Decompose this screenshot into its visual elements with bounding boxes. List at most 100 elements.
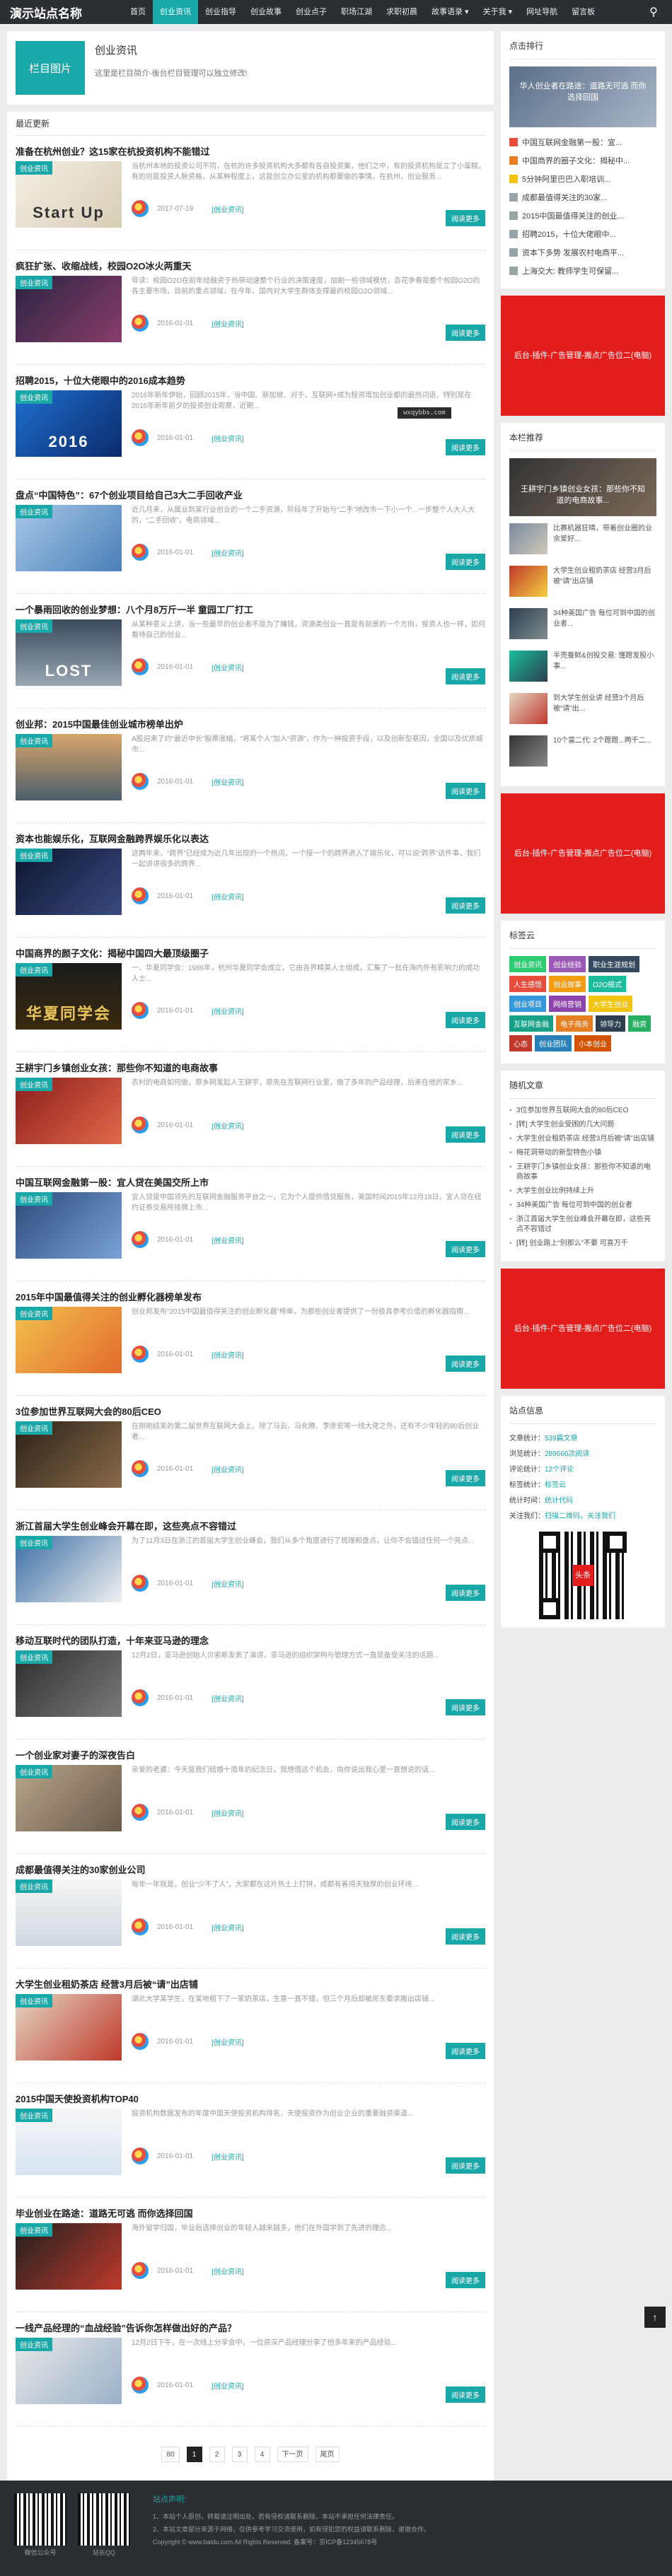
tag-link[interactable]: 创业资讯 bbox=[509, 956, 546, 972]
tag-link[interactable]: 小本创业 bbox=[574, 1035, 611, 1051]
post-title[interactable]: 准备在杭州创业？这15家在杭投资机构不能错过 bbox=[16, 146, 485, 161]
hot-list-item[interactable]: 中国互联网金融第一股：宜... bbox=[509, 133, 656, 151]
post-thumbnail[interactable]: 创业资讯 bbox=[16, 505, 122, 571]
post-title[interactable]: 移动互联时代的团队打造，十年来亚马逊的理念 bbox=[16, 1635, 485, 1650]
read-more-button[interactable]: 阅读更多 bbox=[446, 1126, 485, 1143]
page-button[interactable]: 80 bbox=[161, 2447, 180, 2462]
read-more-button[interactable]: 阅读更多 bbox=[446, 1241, 485, 1257]
post-title[interactable]: 毕业创业在路途：道路无可逃 而你选择回国 bbox=[16, 2208, 485, 2223]
nav-item[interactable]: 求职初晨 bbox=[379, 0, 424, 24]
post-title[interactable]: 盘点“中国特色”：67个创业项目给自己3大二手回收产业 bbox=[16, 489, 485, 505]
post-category-link[interactable]: [创业资讯] bbox=[212, 1235, 244, 1245]
post-title[interactable]: 招聘2015，十位大佬眼中的2016成本趋势 bbox=[16, 375, 485, 390]
post-title[interactable]: 一个创业家对妻子的深夜告白 bbox=[16, 1749, 485, 1765]
read-more-button[interactable]: 阅读更多 bbox=[446, 1585, 485, 1601]
post-thumbnail[interactable]: 创业资讯 bbox=[16, 276, 122, 342]
post-category-link[interactable]: [创业资讯] bbox=[212, 2266, 244, 2276]
post-title[interactable]: 2015年中国最值得关注的创业孵化器榜单发布 bbox=[16, 1291, 485, 1307]
post-category-link[interactable]: [创业资讯] bbox=[212, 547, 244, 558]
post-thumbnail[interactable]: 创业资讯 bbox=[16, 1192, 122, 1259]
post-thumbnail[interactable]: 创业资讯 bbox=[16, 1765, 122, 1831]
read-more-button[interactable]: 阅读更多 bbox=[446, 325, 485, 341]
post-category-link[interactable]: [创业资讯] bbox=[212, 2380, 244, 2391]
post-thumbnail[interactable]: 创业资讯 bbox=[16, 849, 122, 915]
page-button[interactable]: 3 bbox=[231, 2447, 248, 2462]
nav-item[interactable]: 创业指导 bbox=[198, 0, 243, 24]
post-title[interactable]: 疯狂扩张、收缩战线，校园O2O冰火两重天 bbox=[16, 260, 485, 276]
nav-item[interactable]: 创业故事 bbox=[243, 0, 289, 24]
tag-link[interactable]: 融资 bbox=[628, 1015, 651, 1032]
read-more-button[interactable]: 阅读更多 bbox=[446, 1470, 485, 1486]
read-more-button[interactable]: 阅读更多 bbox=[446, 1012, 485, 1028]
read-more-button[interactable]: 阅读更多 bbox=[446, 2157, 485, 2174]
post-category-link[interactable]: [创业资讯] bbox=[212, 1349, 244, 1360]
latest-article-link[interactable]: 大学生创业比例持续上升 bbox=[509, 1187, 656, 1196]
post-thumbnail[interactable]: 创业资讯 bbox=[16, 2338, 122, 2404]
read-more-button[interactable]: 阅读更多 bbox=[446, 1699, 485, 1715]
latest-article-link[interactable]: 浙江首届大学生创业峰会开幕在即，这些亮点不容错过 bbox=[509, 1215, 656, 1235]
post-thumbnail[interactable]: 创业资讯 bbox=[16, 1650, 122, 1717]
latest-article-link[interactable]: 34种美国广告 每位可到中国的创业者 bbox=[509, 1201, 656, 1211]
recommend-item[interactable]: 34种美国广告 每位可到中国的创业者... bbox=[509, 608, 656, 645]
latest-article-link[interactable]: [转] 创业路上“别那么”不要 可喜万千 bbox=[509, 1239, 656, 1249]
post-thumbnail[interactable]: 创业资讯 bbox=[16, 1421, 122, 1488]
post-title[interactable]: 浙江首届大学生创业峰会开幕在即，这些亮点不容错过 bbox=[16, 1520, 485, 1536]
post-thumbnail[interactable]: 创业资讯 华夏同学会 bbox=[16, 963, 122, 1030]
post-title[interactable]: 中国互联网金融第一股：宜人贷在美国交所上市 bbox=[16, 1177, 485, 1192]
read-more-button[interactable]: 阅读更多 bbox=[446, 1814, 485, 1830]
page-button[interactable]: 2 bbox=[209, 2447, 225, 2462]
post-thumbnail[interactable]: 创业资讯 LOST bbox=[16, 619, 122, 686]
ad-banner[interactable]: 后台-插件-广告管理-搬点广告位二(电脑) bbox=[501, 296, 665, 416]
recommend-item[interactable]: 10个富二代: 2个蹬蹬...两千二... bbox=[509, 735, 656, 772]
post-title[interactable]: 中国商界的颜子文化：揭秘中国四大最顶级圈子 bbox=[16, 948, 485, 963]
post-thumbnail[interactable]: 创业资讯 bbox=[16, 1307, 122, 1373]
post-title[interactable]: 创业邦：2015中国最佳创业城市榜单出炉 bbox=[16, 718, 485, 734]
post-title[interactable]: 一个暴雨回收的创业梦想：八个月8万斤一半 童园工厂打工 bbox=[16, 604, 485, 619]
read-more-button[interactable]: 阅读更多 bbox=[446, 897, 485, 914]
post-title[interactable]: 大学生创业租奶茶店 经营3月后被“请”出店铺 bbox=[16, 1978, 485, 1994]
post-category-link[interactable]: [创业资讯] bbox=[212, 1006, 244, 1016]
read-more-button[interactable]: 阅读更多 bbox=[446, 439, 485, 455]
post-thumbnail[interactable]: 创业资讯 bbox=[16, 734, 122, 800]
hot-list-item[interactable]: 上海交大: 教师学生可保留... bbox=[509, 262, 656, 280]
post-thumbnail[interactable]: 创业资讯 Start Up bbox=[16, 161, 122, 228]
nav-item[interactable]: 留言板 bbox=[564, 0, 602, 24]
back-to-top-button[interactable]: ↑ bbox=[644, 2307, 666, 2328]
latest-article-link[interactable]: 梅花洞带动的新型特色小镇 bbox=[509, 1148, 656, 1158]
tag-link[interactable]: 创业项目 bbox=[509, 996, 546, 1012]
page-button[interactable]: 下一页 bbox=[277, 2447, 308, 2462]
tag-link[interactable]: 互联网金融 bbox=[509, 1015, 553, 1032]
page-button[interactable]: 尾页 bbox=[315, 2447, 340, 2462]
post-category-link[interactable]: [创业资讯] bbox=[212, 318, 244, 329]
latest-article-link[interactable]: [转] 大学生创业受困的几大问题 bbox=[509, 1120, 656, 1130]
post-category-link[interactable]: [创业资讯] bbox=[212, 2151, 244, 2162]
post-thumbnail[interactable]: 创业资讯 bbox=[16, 2223, 122, 2290]
tag-link[interactable]: O2O模式 bbox=[589, 976, 627, 992]
post-thumbnail[interactable]: 创业资讯 bbox=[16, 2109, 122, 2175]
post-category-link[interactable]: [创业资讯] bbox=[212, 776, 244, 787]
post-category-link[interactable]: [创业资讯] bbox=[212, 1464, 244, 1474]
recommend-item[interactable]: 大学生创业租奶茶店 经营3月后被“请”出店铺 bbox=[509, 566, 656, 602]
tag-link[interactable]: 电子商务 bbox=[556, 1015, 593, 1032]
post-title[interactable]: 2015中国天使投资机构TOP40 bbox=[16, 2093, 485, 2109]
nav-item[interactable]: 创业资讯 bbox=[153, 0, 198, 24]
post-category-link[interactable]: [创业资讯] bbox=[212, 1120, 244, 1131]
site-logo[interactable]: 演示站点名称 bbox=[10, 4, 102, 21]
post-category-link[interactable]: [创业资讯] bbox=[212, 1578, 244, 1589]
nav-item[interactable]: 网址导航 bbox=[519, 0, 564, 24]
hot-list-item[interactable]: 成都最值得关注的30家... bbox=[509, 188, 656, 206]
ad-banner[interactable]: 后台-插件-广告管理-搬点广告位二(电脑) bbox=[501, 793, 665, 914]
tag-link[interactable]: 创业经验 bbox=[549, 956, 586, 972]
nav-item[interactable]: 首页 bbox=[123, 0, 153, 24]
read-more-button[interactable]: 阅读更多 bbox=[446, 554, 485, 570]
latest-article-link[interactable]: 3位参加世界互联网大会的80后CEO bbox=[509, 1106, 656, 1116]
read-more-button[interactable]: 阅读更多 bbox=[446, 668, 485, 684]
recommend-item[interactable]: 半壳蚕鲜&创投交易: 懂蹬发股小事... bbox=[509, 651, 656, 687]
read-more-button[interactable]: 阅读更多 bbox=[446, 1928, 485, 1945]
recommend-feature-image[interactable]: 王耕宇门乡镇创业女孩：那些你不知道的电商故事... bbox=[509, 458, 656, 516]
hot-list-item[interactable]: 资本下多势 发展农村电商平... bbox=[509, 243, 656, 262]
tag-link[interactable]: 创业故事 bbox=[549, 976, 586, 992]
post-thumbnail[interactable]: 创业资讯 bbox=[16, 1994, 122, 2061]
hot-feature-image[interactable]: 华人创业者在路途：道路无可逃 而你选择回国 bbox=[509, 66, 656, 127]
recommend-item[interactable]: 到大学生创业讲 经营3个月后被“请”出... bbox=[509, 693, 656, 730]
